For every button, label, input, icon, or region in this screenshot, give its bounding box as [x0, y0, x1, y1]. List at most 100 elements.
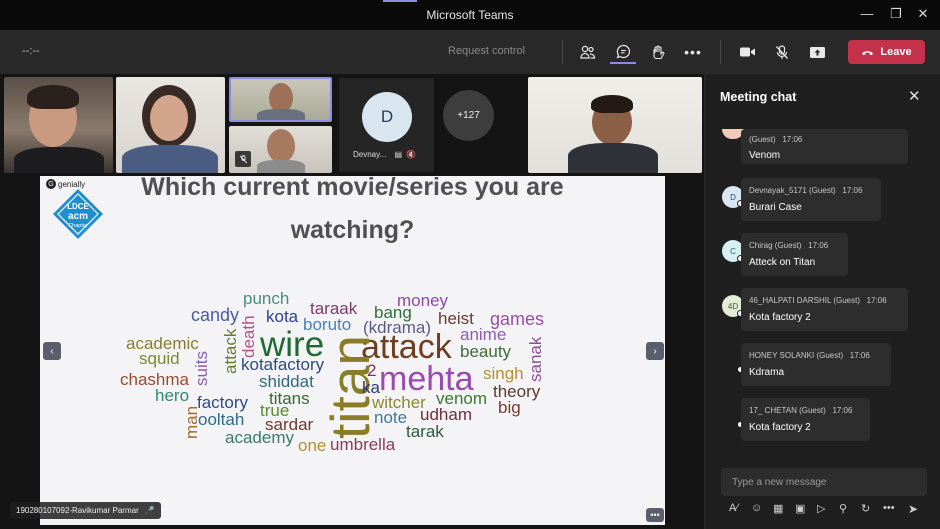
message-sender: (Guest) — [749, 135, 776, 144]
screen-share-icon: ▤ — [394, 150, 402, 159]
participant-video-tile[interactable] — [229, 77, 332, 122]
toolbar-divider — [720, 40, 721, 64]
meet-now-icon[interactable]: ▷ — [817, 502, 825, 515]
loop-icon[interactable]: ↻ — [861, 502, 870, 515]
word-cloud-word: punch — [243, 289, 290, 308]
chat-icon[interactable] — [610, 40, 636, 64]
message-text: Atteck on Titan — [749, 257, 816, 268]
window-title: Microsoft Teams — [426, 8, 514, 22]
message-text: Kota factory 2 — [749, 422, 811, 433]
message-text: Venom — [749, 150, 781, 161]
participant-video-tile[interactable] — [4, 77, 113, 173]
next-slide-button[interactable]: › — [646, 342, 664, 360]
participant-video-tile[interactable] — [229, 126, 332, 173]
close-icon[interactable]: ✕ — [908, 87, 921, 105]
chevron-left-icon: ‹ — [50, 345, 54, 357]
participant-video-tile[interactable] — [116, 77, 225, 173]
word-cloud-word: hero — [155, 386, 190, 405]
message-text: Kota factory 2 — [749, 312, 811, 323]
word-cloud-word: suits — [192, 351, 211, 386]
close-window-icon[interactable]: ✕ — [914, 6, 932, 22]
participant-avatar-tile[interactable]: D Devnay... ▤ 🔇 — [339, 78, 434, 172]
message-time: 17:06 — [849, 351, 870, 360]
shared-presentation: G genially LDCE acm Chapter Which curren… — [40, 176, 665, 525]
camera-icon[interactable] — [734, 40, 760, 64]
meeting-chat-panel: Meeting chat ✕ (Guest) 17:06 Venom D Dev… — [704, 74, 940, 529]
word-cloud-word: man — [182, 405, 201, 439]
participant-video-tile[interactable] — [528, 77, 702, 173]
send-icon[interactable]: ➤ — [908, 502, 918, 516]
sticker-icon[interactable]: ▣ — [795, 502, 805, 515]
word-cloud-word: candy — [191, 305, 240, 325]
request-control-button[interactable]: Request control — [448, 45, 525, 57]
word-cloud: punch taraak money candy kota bang heist… — [40, 176, 665, 525]
message-sender: Devnayak_5171 (Guest) — [749, 186, 836, 195]
leave-button[interactable]: Leave — [848, 40, 925, 64]
toolbar-divider — [562, 40, 563, 64]
message-time: 17:06 — [808, 241, 829, 250]
presenter-name: 190280107092-Ravikumar Parmar — [16, 506, 139, 515]
chat-message: Devnayak_5171 (Guest) 17:06 Burari Case — [741, 178, 881, 221]
message-text: Kdrama — [749, 367, 785, 378]
mic-muted-icon: 🎤 — [144, 506, 155, 515]
word-cloud-word: kotafactory — [241, 355, 325, 374]
more-options-icon[interactable]: ••• — [680, 40, 706, 64]
word-cloud-word: udham — [420, 405, 472, 424]
word-cloud-word: tarak — [406, 422, 444, 441]
participants-icon[interactable] — [575, 40, 601, 64]
more-participants-button[interactable]: +127 — [443, 90, 494, 141]
word-cloud-word: one — [298, 436, 327, 455]
word-cloud-word: death — [239, 315, 258, 358]
leave-label: Leave — [880, 46, 912, 58]
chat-message: Chirag (Guest) 17:06 Atteck on Titan — [741, 233, 848, 276]
message-sender: 46_HALPATI DARSHIL (Guest) — [749, 296, 860, 305]
message-time: 17:06 — [842, 186, 863, 195]
message-text: Burari Case — [749, 202, 802, 213]
participant-name: Devnay... — [353, 150, 387, 159]
more-options-icon[interactable]: ••• — [883, 502, 895, 514]
message-sender: Chirag (Guest) — [749, 241, 802, 250]
word-cloud-word: singh — [483, 364, 524, 383]
format-icon[interactable]: A⁄ — [729, 502, 738, 514]
previous-slide-button[interactable]: ‹ — [43, 342, 61, 360]
chat-message: 17_ CHETAN (Guest) 17:06 Kota factory 2 — [741, 398, 870, 441]
presenter-name-badge: 190280107092-Ravikumar Parmar 🎤 — [10, 502, 161, 519]
praise-icon[interactable]: ⚲ — [839, 502, 847, 515]
share-screen-icon[interactable] — [804, 40, 830, 64]
minimize-icon[interactable]: — — [858, 6, 876, 21]
word-cloud-word: note — [374, 408, 408, 427]
message-time: 17:06 — [782, 135, 803, 144]
mic-muted-icon[interactable] — [769, 40, 795, 64]
hang-up-icon — [862, 50, 874, 55]
mic-muted-icon: 🔇 — [406, 150, 417, 159]
presentation-more-button[interactable]: ••• — [646, 508, 664, 522]
message-sender: HONEY SOLANKI (Guest) — [749, 351, 844, 360]
word-cloud-word: umbrella — [330, 435, 396, 454]
meeting-timer: --:-- — [22, 45, 40, 57]
word-cloud-word: sanak — [526, 336, 545, 382]
word-cloud-word: factory — [197, 393, 249, 412]
avatar: D — [362, 92, 412, 142]
maximize-icon[interactable]: ❐ — [887, 6, 905, 22]
chevron-right-icon: › — [653, 345, 657, 357]
mic-muted-icon — [235, 151, 251, 167]
title-bar: Microsoft Teams — ❐ ✕ — [0, 0, 940, 30]
chat-message: (Guest) 17:06 Venom — [741, 129, 908, 164]
word-cloud-word: anime — [460, 325, 507, 344]
raise-hand-icon[interactable] — [645, 40, 671, 64]
message-time: 17:06 — [866, 296, 887, 305]
word-cloud-word: beauty — [460, 342, 512, 361]
gif-icon[interactable]: ▦ — [773, 502, 783, 515]
word-cloud-word: ooltah — [198, 410, 245, 429]
word-cloud-word: squid — [139, 349, 180, 368]
word-cloud-word: big — [498, 398, 521, 417]
meeting-toolbar: --:-- Request control ••• Leave — [0, 30, 940, 74]
more-options-icon: ••• — [650, 510, 660, 520]
chat-title: Meeting chat — [720, 90, 797, 104]
emoji-icon[interactable]: ☺ — [751, 502, 762, 514]
word-cloud-word: attack — [221, 328, 240, 374]
message-input[interactable] — [721, 468, 927, 496]
word-cloud-word: shiddat — [259, 372, 314, 391]
word-cloud-word: academy — [225, 428, 294, 447]
chat-message: HONEY SOLANKI (Guest) 17:06 Kdrama — [741, 343, 891, 386]
